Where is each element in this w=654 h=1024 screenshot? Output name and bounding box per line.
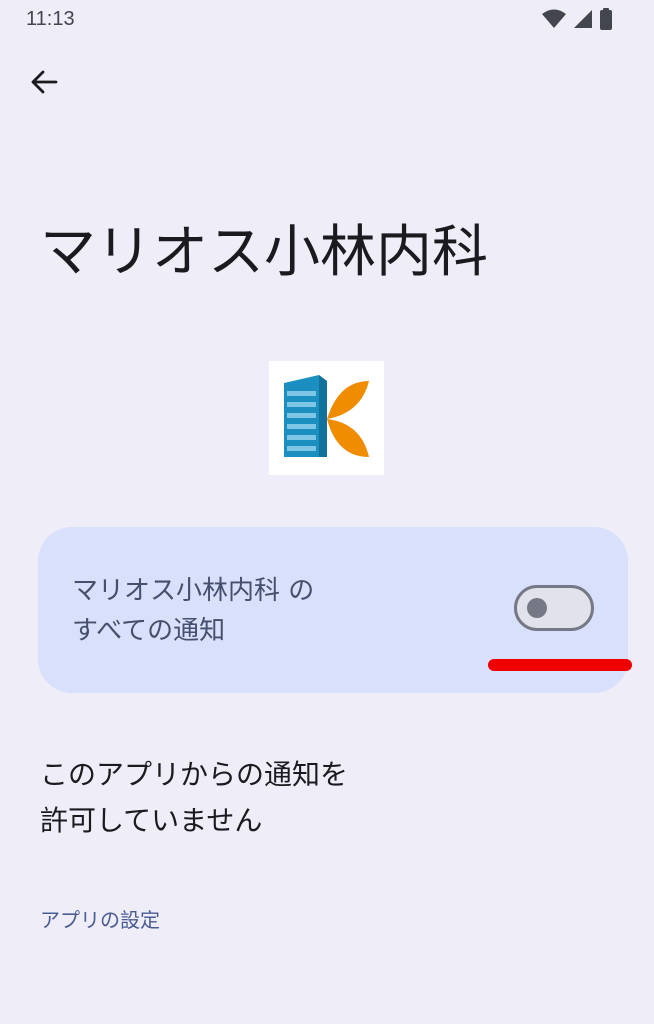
battery-icon [600, 8, 612, 34]
notification-settings-screen: 11:13 マリオス小林内科 マリオス小林内科 の すべての通知 このアプリから… [0, 0, 654, 1024]
signal-icon [572, 9, 594, 33]
notifications-blocked-message: このアプリからの通知を 許可していません [40, 752, 600, 844]
switch-thumb [527, 598, 547, 618]
red-underline-annotation [488, 659, 632, 671]
status-bar: 11:13 [0, 0, 654, 40]
all-notifications-label-line1: マリオス小林内科 の [72, 576, 315, 606]
clinic-logo-icon [269, 361, 384, 475]
notifications-blocked-line1: このアプリからの通知を [40, 758, 349, 791]
all-notifications-switch[interactable] [514, 585, 594, 631]
wifi-icon [542, 9, 566, 33]
all-notifications-label: マリオス小林内科 の すべての通知 [72, 571, 392, 651]
notifications-blocked-line2: 許可していません [40, 804, 263, 837]
app-settings-link[interactable]: アプリの設定 [40, 904, 160, 933]
arrow-left-icon [30, 68, 58, 100]
all-notifications-label-line2: すべての通知 [72, 616, 226, 646]
status-time: 11:13 [26, 8, 75, 30]
status-icons [542, 8, 612, 34]
page-title: マリオス小林内科 [40, 220, 488, 285]
back-button[interactable] [22, 62, 66, 106]
